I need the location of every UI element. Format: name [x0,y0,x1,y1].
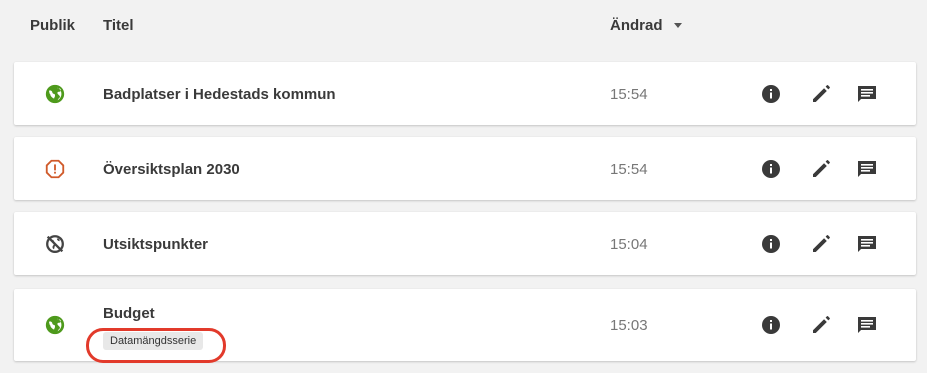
row-title[interactable]: Utsiktspunkter [103,236,208,253]
sort-desc-icon[interactable] [674,23,682,28]
row-modified-time: 15:54 [610,86,648,103]
globe-icon [44,83,66,105]
info-icon[interactable] [759,157,783,181]
comment-icon[interactable] [855,157,879,181]
table-header: Publik Titel Ändrad [0,0,927,52]
edit-icon[interactable] [809,82,833,106]
info-icon[interactable] [759,313,783,337]
globe-off-icon [44,233,66,255]
table-row[interactable]: Badplatser i Hedestads kommun 15:54 [14,62,916,125]
highlight-annotation [86,328,226,363]
row-modified-time: 15:54 [610,161,648,178]
row-modified-time: 15:03 [610,317,648,334]
info-icon[interactable] [759,232,783,256]
column-header-titel[interactable]: Titel [103,17,134,34]
edit-icon[interactable] [809,157,833,181]
edit-icon[interactable] [809,232,833,256]
table-row[interactable]: Utsiktspunkter 15:04 [14,212,916,275]
edit-icon[interactable] [809,313,833,337]
row-title[interactable]: Översiktsplan 2030 [103,161,240,178]
comment-icon[interactable] [855,232,879,256]
globe-icon [44,314,66,336]
warning-icon [44,158,66,180]
row-title[interactable]: Budget [103,305,155,322]
column-header-andrad[interactable]: Ändrad [610,17,663,34]
row-title[interactable]: Badplatser i Hedestads kommun [103,86,336,103]
table-row[interactable]: Översiktsplan 2030 15:54 [14,137,916,200]
comment-icon[interactable] [855,313,879,337]
row-modified-time: 15:04 [610,236,648,253]
comment-icon[interactable] [855,82,879,106]
column-header-publik: Publik [30,17,76,34]
info-icon[interactable] [759,82,783,106]
